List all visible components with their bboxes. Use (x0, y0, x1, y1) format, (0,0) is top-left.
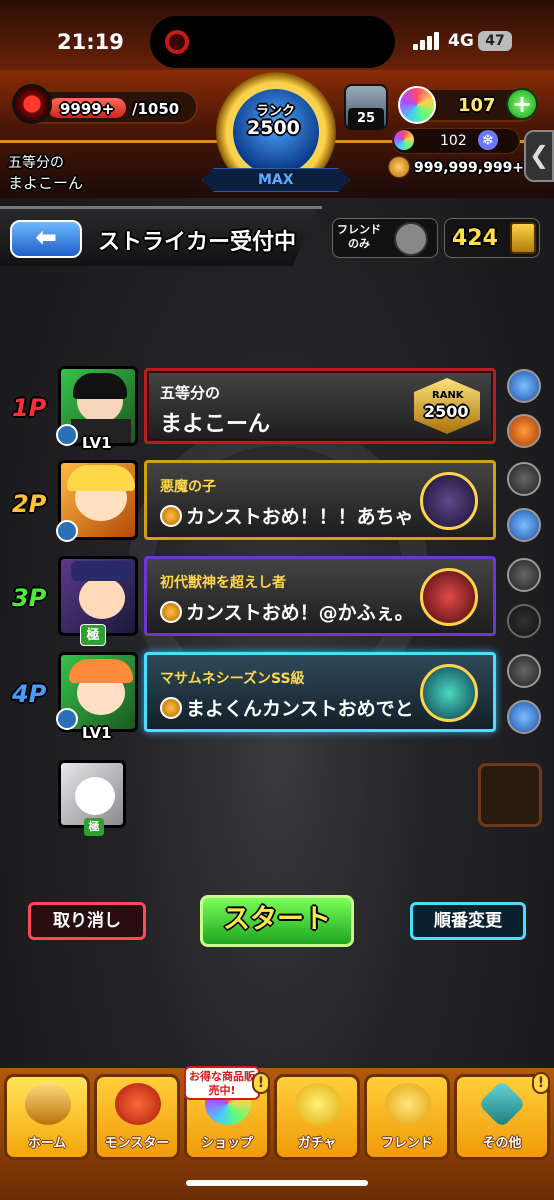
rank-value: 2500 (247, 117, 300, 139)
nav-friend[interactable]: フレンド (364, 1074, 450, 1160)
gacha-icon (295, 1083, 341, 1125)
network-type: 4G (448, 31, 474, 51)
extreme-badge: 極 (80, 624, 106, 646)
section-title: ストライカー受付中 (98, 230, 297, 255)
portrait-4p (420, 664, 478, 722)
section-bar-edge (0, 206, 322, 209)
nav-other-label: その他 (482, 1136, 522, 1151)
portrait-3p (420, 568, 478, 626)
player-title: 五等分の (8, 155, 64, 171)
empty-item-slot[interactable] (478, 763, 542, 827)
paw-icon (160, 505, 182, 527)
slot-label-2p: 2P (12, 490, 47, 518)
stamina-icon (12, 84, 52, 124)
rank-emblem-label: RANK (432, 390, 464, 401)
gear-icon (56, 520, 78, 542)
menu-diamond-icon (477, 1079, 527, 1129)
side-menu-toggle[interactable]: ❮ (524, 130, 554, 182)
slot-button-2p[interactable] (507, 462, 541, 496)
level-badge-value: 25 (348, 108, 384, 130)
slot-label-1p: 1P (12, 394, 47, 422)
record-indicator-icon (165, 30, 189, 54)
coin-icon (388, 156, 410, 178)
paw-icon (160, 601, 182, 623)
player-name: まよこーん (8, 174, 84, 192)
home-indicator (186, 1180, 368, 1186)
notice-icon: ! (532, 1072, 550, 1094)
small-orb-icon (394, 130, 414, 150)
counter-value: 424 (452, 226, 498, 251)
player-name-1p: まよこーん (160, 412, 271, 437)
cancel-button[interactable]: 取り消し (28, 902, 146, 940)
gear-icon (56, 424, 78, 446)
gem-value: 107 (458, 95, 496, 116)
start-button[interactable]: スタート (200, 895, 354, 947)
screen: 21:19 4G 47 9999+ /1050 五等分の まよこーん ランク 2… (0, 0, 554, 1200)
nav-shop-label: ショップ (200, 1136, 253, 1151)
paw-icon (160, 697, 182, 719)
add-gems-button[interactable]: + (506, 88, 538, 120)
upgrade-icon-2p[interactable] (507, 508, 541, 542)
nav-monster[interactable]: モンスター (94, 1074, 180, 1160)
battery-icon: 47 (478, 31, 512, 51)
chat-message-2p: カンストおめ！！！あちゃ (160, 502, 412, 529)
level-4p: LV1 (82, 724, 112, 742)
helper-extreme-badge: 極 (84, 818, 104, 836)
chat-message-3p: カンストおめ！@かふぇ。 (160, 598, 412, 625)
nav-friend-label: フレンド (380, 1136, 433, 1151)
snowflake-icon: ❄ (478, 130, 498, 150)
gear-icon (56, 708, 78, 730)
stamina-max: /1050 (132, 100, 180, 118)
player-title-4p: マサムネシーズンSS級 (160, 671, 305, 687)
orb-value: 102 (440, 133, 467, 149)
stamina-value: 9999+ (60, 100, 115, 118)
rank-max: MAX (258, 172, 294, 188)
rank-emblem-value: 2500 (424, 402, 469, 421)
player-title-3p: 初代獣神を超えし者 (160, 575, 286, 591)
fruit-icon-1p[interactable] (507, 414, 541, 448)
slot-button-3p[interactable] (507, 558, 541, 592)
nav-home[interactable]: ホーム (4, 1074, 90, 1160)
back-button[interactable]: ⬅ (10, 220, 82, 258)
friend-toggle-icon[interactable] (394, 222, 428, 256)
lock-icon[interactable] (510, 222, 536, 254)
chat-message-4p: まよくんカンストおめでと (160, 694, 412, 721)
player-title-2p: 悪魔の子 (160, 479, 216, 495)
upgrade-icon-4p[interactable] (507, 700, 541, 734)
dragon-icon (115, 1083, 161, 1125)
upgrade-icon-1p[interactable] (507, 369, 541, 403)
slot-label-4p: 4P (12, 680, 47, 708)
coin-value: 999,999,999+ (414, 160, 525, 176)
friend-only-label: フレンドのみ (337, 223, 381, 250)
slot-label-3p: 3P (12, 584, 47, 612)
slot-button-4p[interactable] (507, 654, 541, 688)
shop-promo-badge: お得な商品販売中! (184, 1066, 260, 1100)
signal-icon (413, 32, 443, 50)
level-1p: LV1 (82, 434, 112, 452)
orb-icon (398, 86, 436, 124)
nav-gacha[interactable]: ガチャ (274, 1074, 360, 1160)
clock: 21:19 (57, 30, 124, 54)
nav-home-label: ホーム (27, 1136, 67, 1151)
player-title-1p: 五等分の (160, 384, 221, 402)
change-order-button[interactable]: 順番変更 (410, 902, 526, 940)
notice-icon: ! (252, 1072, 270, 1094)
home-icon (25, 1083, 71, 1125)
empty-slot-3p[interactable] (507, 604, 541, 638)
friends-icon (385, 1083, 431, 1125)
portrait-2p (420, 472, 478, 530)
nav-gacha-label: ガチャ (297, 1136, 337, 1151)
nav-monster-label: モンスター (104, 1136, 170, 1151)
